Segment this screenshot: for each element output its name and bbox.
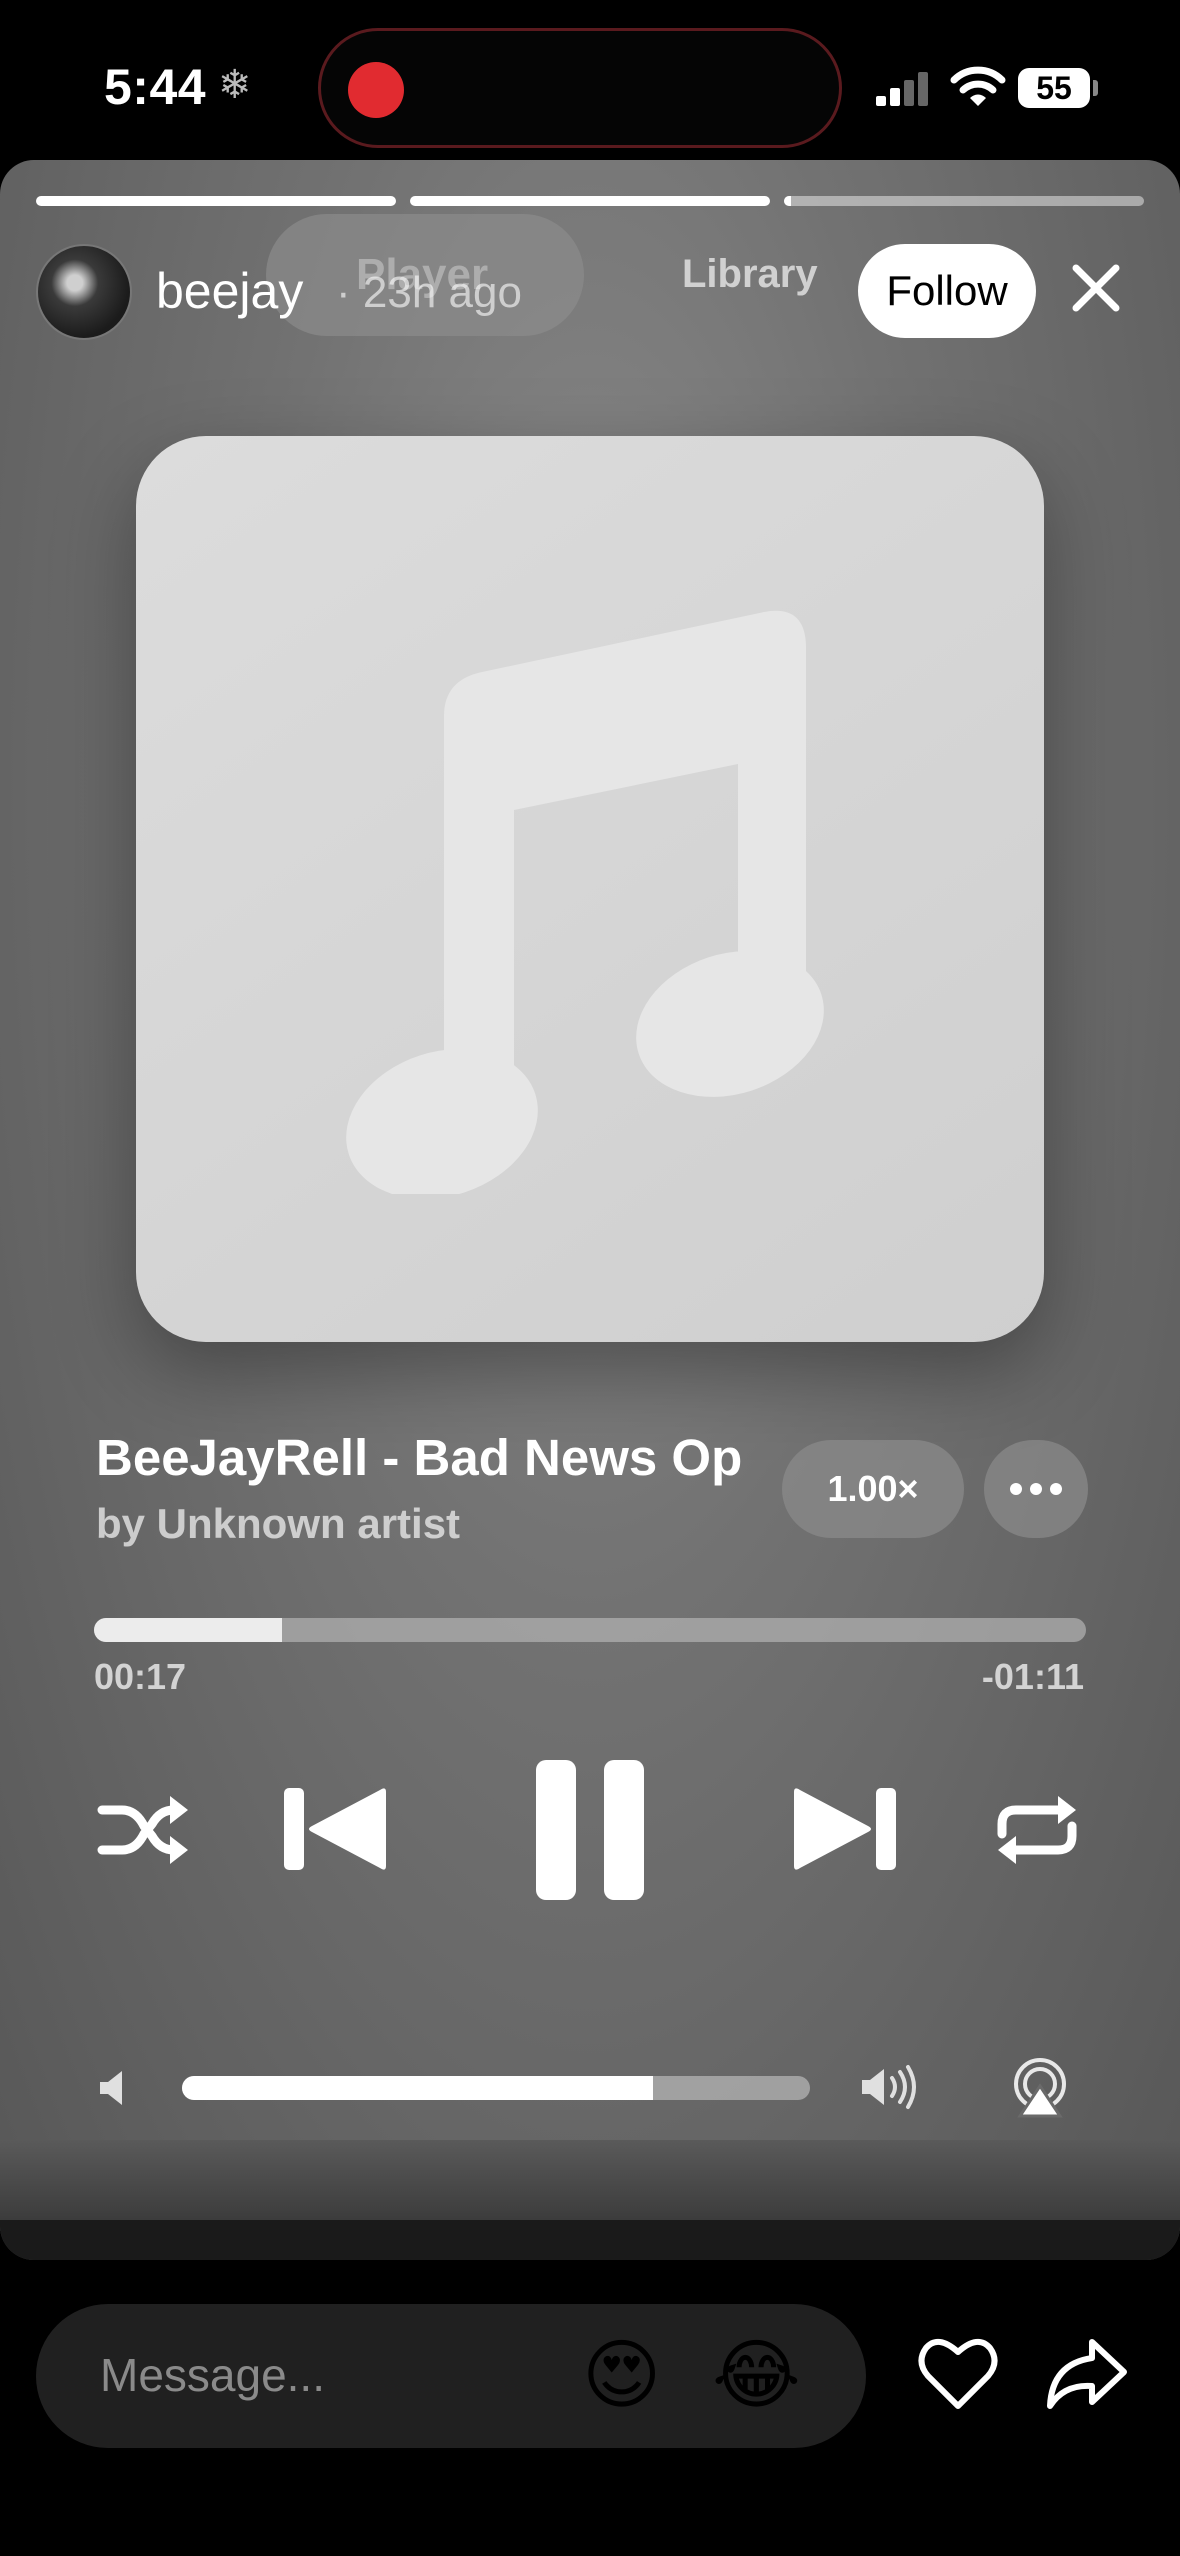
avatar[interactable] — [36, 244, 132, 340]
music-note-icon — [346, 610, 824, 1194]
volume-high-icon — [862, 2065, 916, 2109]
close-icon[interactable] — [1064, 256, 1128, 320]
album-artwork — [136, 436, 1044, 1342]
story-viewer-screen: 5:44 ❄ 55 Player Library beejay · 23h ag… — [0, 0, 1180, 2556]
volume-slider[interactable] — [182, 2076, 810, 2100]
tab-library[interactable]: Library — [682, 252, 818, 297]
screen-recording-icon[interactable] — [348, 62, 404, 118]
story-progress-segment-2 — [410, 196, 770, 206]
share-icon[interactable] — [1046, 2336, 1128, 2412]
playback-scrubber[interactable] — [94, 1618, 1086, 1642]
volume-low-icon — [100, 2071, 122, 2105]
shuffle-icon[interactable] — [96, 1790, 192, 1870]
elapsed-time: 00:17 — [94, 1656, 187, 1697]
pause-icon[interactable] — [532, 1756, 648, 1904]
previous-track-icon[interactable] — [282, 1782, 392, 1876]
track-artist: by Unknown artist — [96, 1500, 461, 1547]
story-progress-segment-3 — [784, 196, 1144, 206]
wifi-icon — [950, 66, 1006, 106]
repeat-icon[interactable] — [992, 1790, 1082, 1870]
message-placeholder: Message... — [100, 2349, 325, 2401]
heart-icon[interactable] — [918, 2336, 998, 2412]
heart-eyes-reaction[interactable]: 😍 — [582, 2338, 661, 2414]
focus-snowflake-icon: ❄ — [218, 63, 252, 107]
story-username[interactable]: beejay — [156, 262, 303, 320]
status-time: 5:44 — [104, 59, 207, 115]
more-options-button[interactable] — [984, 1440, 1088, 1538]
next-track-icon[interactable] — [788, 1782, 898, 1876]
track-title: BeeJayRell - Bad News Op — [96, 1429, 743, 1486]
laughing-reaction[interactable]: 😂 — [712, 2338, 801, 2414]
battery-indicator: 55 — [1018, 68, 1098, 108]
follow-button[interactable]: Follow — [858, 244, 1036, 338]
card-bottom-edge — [0, 2220, 1180, 2260]
playback-speed-button[interactable]: 1.00× — [782, 1440, 964, 1538]
remaining-time: -01:11 — [981, 1656, 1084, 1697]
cellular-signal-icon — [876, 70, 936, 106]
story-progress-segment-1 — [36, 196, 396, 206]
airplay-icon[interactable] — [1010, 2058, 1070, 2118]
story-time-ago: · 23h ago — [336, 268, 522, 317]
